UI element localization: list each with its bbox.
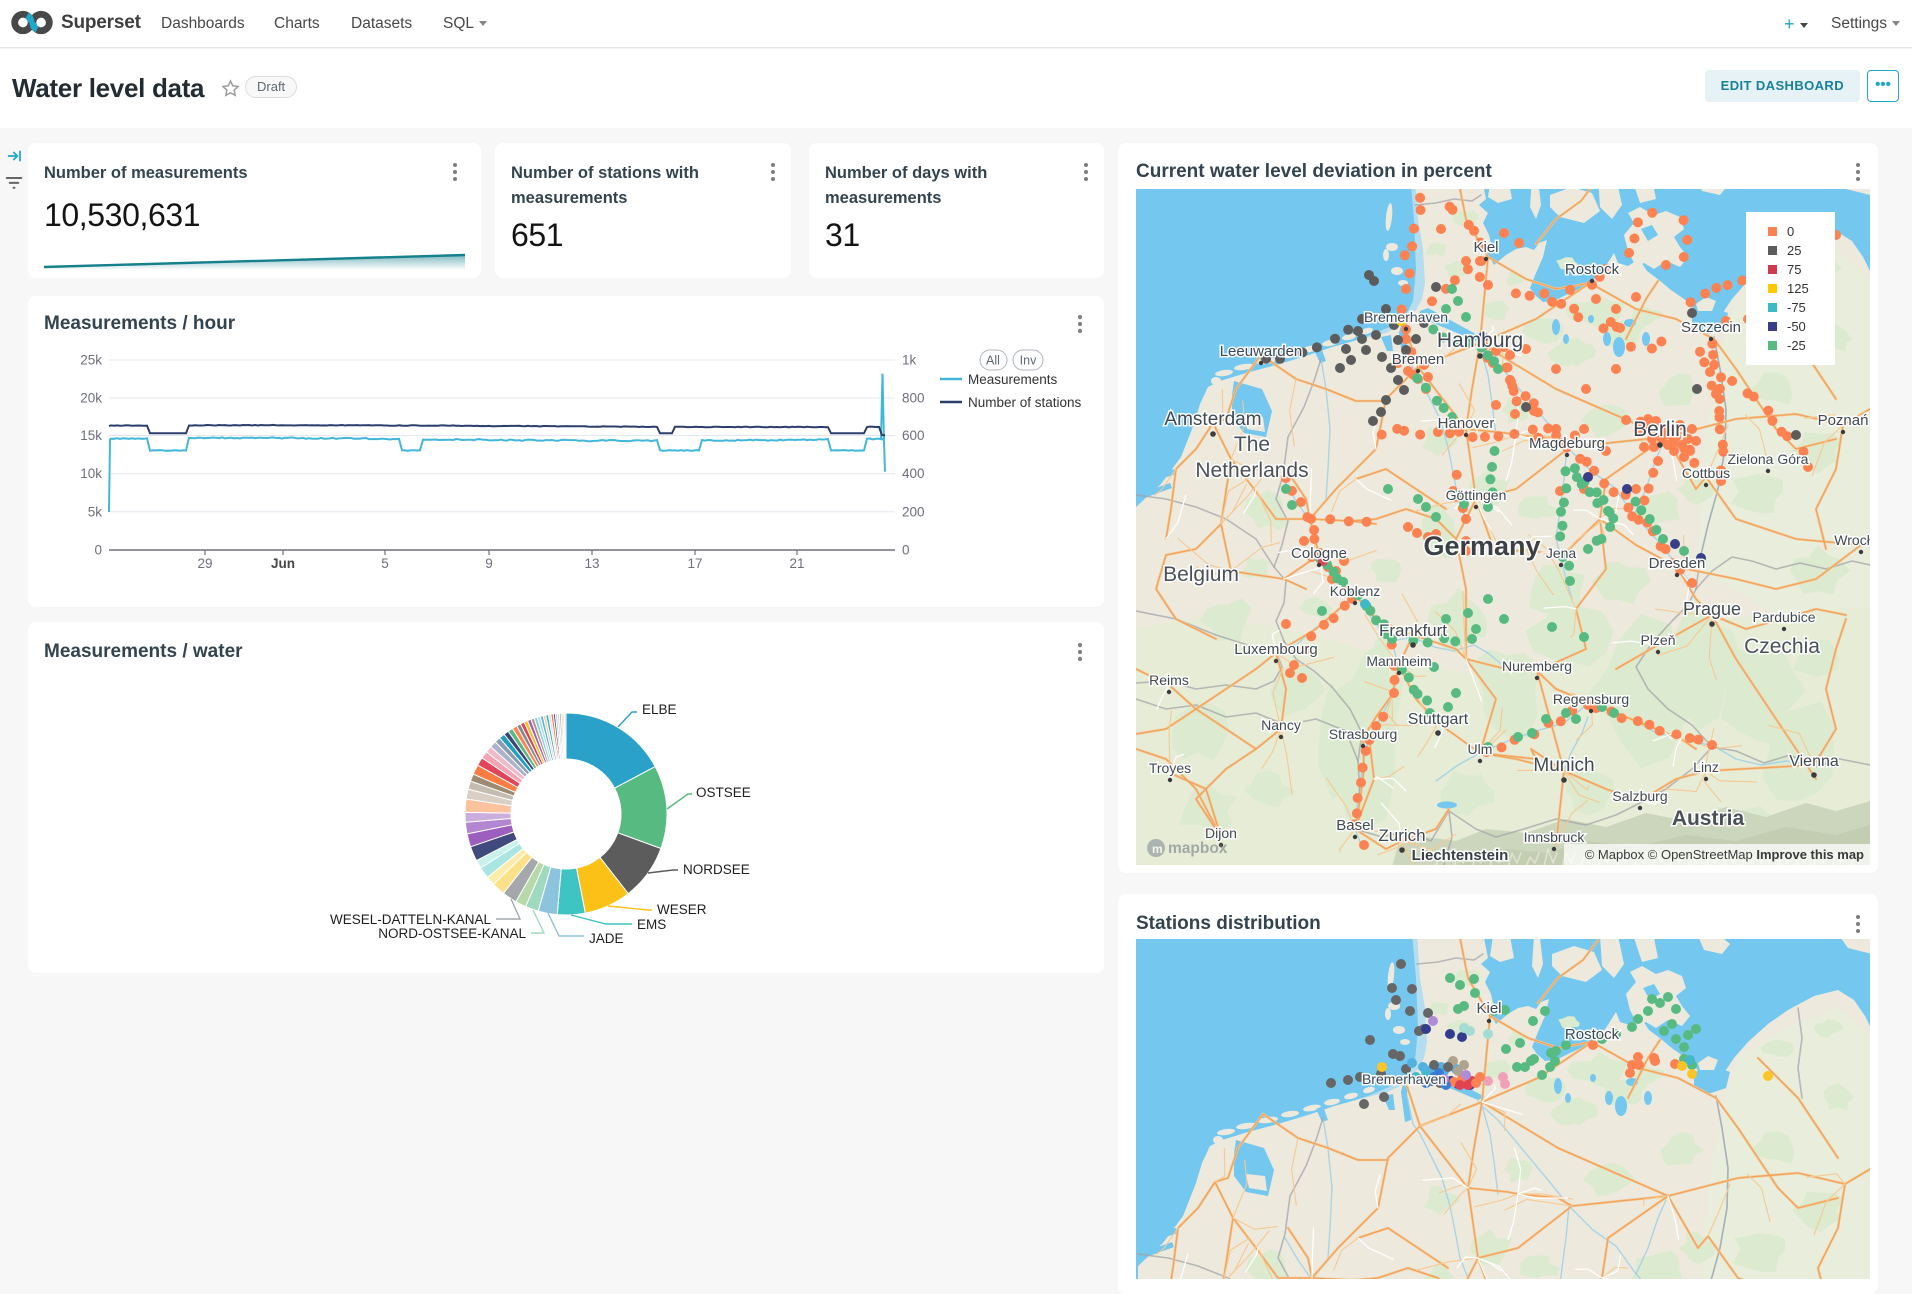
svg-text:Magdeburg: Magdeburg [1529,435,1605,452]
svg-text:29: 29 [197,556,212,571]
svg-text:Rostock: Rostock [1565,1026,1620,1043]
svg-text:15k: 15k [80,428,102,443]
svg-text:NORD-OSTSEE-KANAL: NORD-OSTSEE-KANAL [378,926,526,941]
svg-text:600: 600 [902,428,925,443]
svg-text:0: 0 [1787,224,1794,239]
svg-text:Netherlands: Netherlands [1195,459,1308,482]
svg-text:Hamburg: Hamburg [1437,329,1523,352]
svg-text:Koblenz: Koblenz [1330,583,1381,599]
svg-text:25: 25 [1787,243,1801,258]
svg-text:Munich: Munich [1533,755,1594,776]
svg-text:400: 400 [902,466,925,481]
svg-text:Rostock: Rostock [1565,261,1620,278]
svg-text:Bremen: Bremen [1392,351,1445,368]
svg-text:Nancy: Nancy [1261,717,1301,733]
svg-text:WESEL-DATTELN-KANAL: WESEL-DATTELN-KANAL [330,912,492,927]
svg-text:Szczecin: Szczecin [1681,319,1741,336]
svg-text:Reims: Reims [1149,672,1189,688]
svg-text:10k: 10k [80,466,102,481]
svg-text:Germany: Germany [1423,531,1540,561]
svg-text:Linz: Linz [1693,759,1719,775]
svg-text:NORDSEE: NORDSEE [683,862,750,877]
svg-text:-75: -75 [1787,300,1806,315]
svg-text:WESER: WESER [657,902,707,917]
svg-text:Measurements: Measurements [968,372,1058,387]
svg-text:Jena: Jena [1546,545,1577,561]
svg-text:Austria: Austria [1672,807,1745,830]
svg-text:Wrocław: Wrocław [1834,532,1870,548]
svg-text:Jun: Jun [271,556,295,571]
svg-text:Nuremberg: Nuremberg [1502,658,1572,674]
svg-text:Cologne: Cologne [1291,545,1347,562]
svg-text:Dresden: Dresden [1649,555,1706,572]
svg-text:Plzeň: Plzeň [1640,632,1675,648]
svg-text:75: 75 [1787,262,1801,277]
svg-text:5k: 5k [88,504,103,519]
svg-text:m: m [1152,842,1163,856]
svg-text:1k: 1k [902,353,917,368]
svg-text:EMS: EMS [637,917,666,932]
svg-text:Kiel: Kiel [1473,239,1498,256]
svg-text:Troyes: Troyes [1149,760,1191,776]
svg-text:Czechia: Czechia [1744,635,1820,658]
svg-text:Zurich: Zurich [1378,826,1425,845]
svg-text:13: 13 [584,556,599,571]
svg-text:Poznań: Poznań [1818,412,1869,429]
svg-text:Amsterdam: Amsterdam [1164,409,1261,430]
svg-text:Kiel: Kiel [1476,1000,1501,1017]
svg-text:Pardubice: Pardubice [1752,609,1815,625]
svg-text:Belgium: Belgium [1163,563,1239,586]
svg-text:Stuttgart: Stuttgart [1408,711,1469,728]
svg-text:800: 800 [902,391,925,406]
svg-text:Dijon: Dijon [1205,825,1237,841]
svg-text:Ulm: Ulm [1468,741,1493,757]
svg-text:OSTSEE: OSTSEE [696,785,751,800]
svg-text:5: 5 [381,556,389,571]
svg-text:Zielona Góra: Zielona Góra [1728,451,1809,467]
svg-text:Basel: Basel [1336,817,1374,834]
svg-text:The: The [1234,433,1270,456]
svg-text:All: All [986,354,1000,368]
svg-text:JADE: JADE [589,931,624,946]
svg-text:ELBE: ELBE [642,702,677,717]
svg-text:9: 9 [485,556,493,571]
svg-text:Bremerhaven: Bremerhaven [1362,1071,1446,1087]
svg-text:Frankfurt: Frankfurt [1379,621,1447,640]
svg-text:Hanover: Hanover [1438,415,1495,432]
svg-text:Inv: Inv [1020,354,1037,368]
svg-text:Luxembourg: Luxembourg [1234,641,1317,658]
svg-text:Innsbruck: Innsbruck [1524,829,1586,845]
svg-text:Salzburg: Salzburg [1612,788,1667,804]
svg-text:Vienna: Vienna [1789,753,1839,770]
svg-text:20k: 20k [80,391,102,406]
svg-text:0: 0 [94,543,102,558]
svg-text:200: 200 [902,504,925,519]
svg-text:Berlin: Berlin [1633,418,1687,441]
svg-text:Prague: Prague [1683,599,1741,619]
svg-text:25k: 25k [80,353,102,368]
svg-text:Göttingen: Göttingen [1446,487,1507,503]
svg-text:mapbox: mapbox [1168,840,1228,857]
svg-text:Leeuwarden: Leeuwarden [1220,343,1303,360]
svg-text:Cottbus: Cottbus [1682,465,1730,481]
svg-text:-50: -50 [1787,319,1806,334]
svg-text:© Mapbox © OpenStreetMap Impro: © Mapbox © OpenStreetMap Improve this ma… [1585,847,1864,862]
svg-text:21: 21 [789,556,804,571]
svg-text:Regensburg: Regensburg [1553,691,1629,707]
svg-text:Strasbourg: Strasbourg [1329,726,1397,742]
svg-text:17: 17 [687,556,702,571]
svg-text:Mannheim: Mannheim [1366,653,1431,669]
svg-text:125: 125 [1787,281,1809,296]
svg-text:Number of stations: Number of stations [968,395,1082,410]
svg-text:Liechtenstein: Liechtenstein [1412,847,1509,864]
svg-text:0: 0 [902,543,910,558]
svg-text:Bremerhaven: Bremerhaven [1364,309,1448,325]
svg-text:-25: -25 [1787,338,1806,353]
